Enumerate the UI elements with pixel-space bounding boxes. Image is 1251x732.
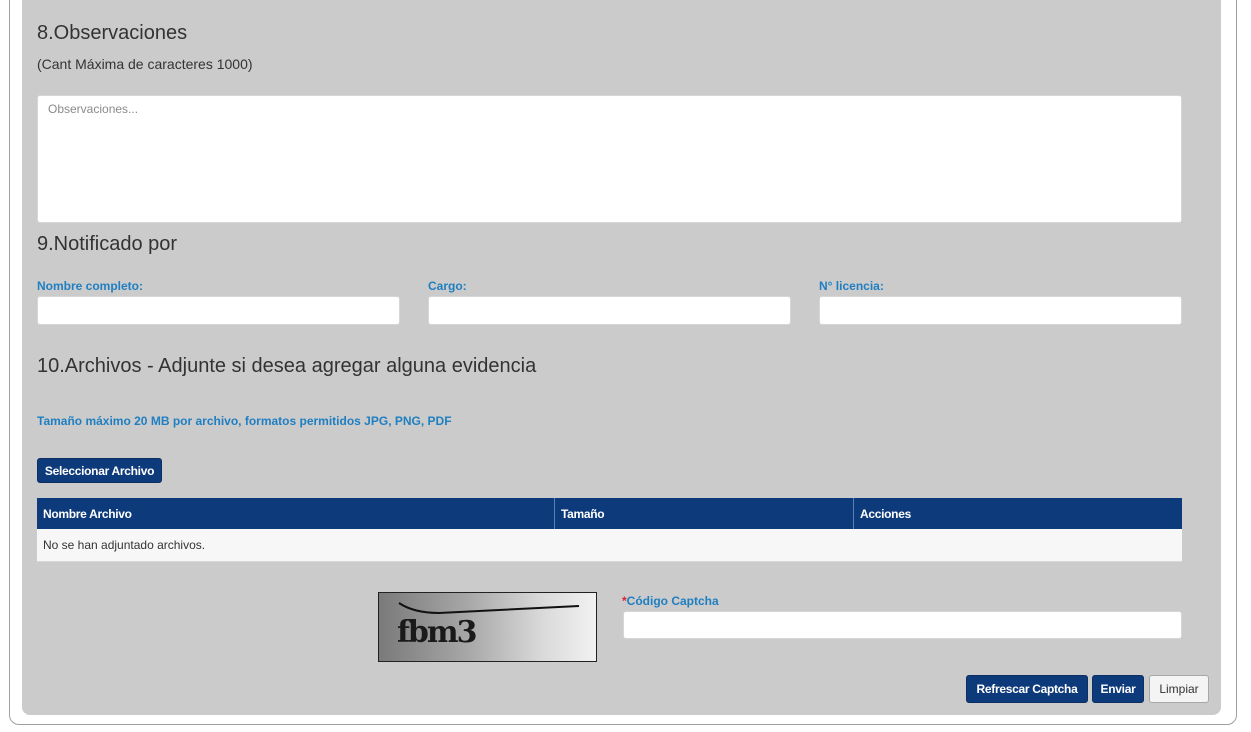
notified-by-title: 9.Notificado por [37, 233, 178, 255]
captcha-image: fbm3 [378, 592, 597, 662]
column-header-size: Tamaño [554, 498, 854, 529]
files-table: Nombre Archivo Tamaño Acciones No se han… [37, 498, 1182, 562]
license-number-input[interactable] [819, 296, 1182, 325]
empty-files-message: No se han adjuntado archivos. [37, 529, 1182, 562]
license-number-label: N° licencia: [819, 279, 884, 293]
observations-title: 8.Observaciones [37, 22, 188, 44]
captcha-label: *Código Captcha [622, 594, 719, 608]
position-label: Cargo: [428, 279, 467, 293]
captcha-input[interactable] [623, 611, 1182, 639]
files-title: 10.Archivos - Adjunte si desea agregar a… [37, 355, 537, 377]
captcha-text: fbm3 [397, 615, 477, 650]
captcha-label-text: Código Captcha [626, 594, 719, 608]
refresh-captcha-button[interactable]: Refrescar Captcha [966, 675, 1088, 703]
column-header-file-name: Nombre Archivo [37, 498, 555, 529]
files-table-header-row: Nombre Archivo Tamaño Acciones [37, 498, 1182, 529]
column-header-actions: Acciones [853, 498, 1182, 529]
full-name-input[interactable] [37, 296, 400, 325]
position-input[interactable] [428, 296, 791, 325]
observations-max-chars-note: (Cant Máxima de caracteres 1000) [37, 56, 253, 72]
send-button[interactable]: Enviar [1092, 675, 1144, 703]
clear-button[interactable]: Limpiar [1149, 675, 1209, 703]
files-size-info: Tamaño máximo 20 MB por archivo, formato… [37, 414, 452, 428]
select-file-button[interactable]: Seleccionar Archivo [37, 458, 162, 483]
observations-textarea[interactable] [37, 95, 1182, 223]
table-row: No se han adjuntado archivos. [37, 529, 1182, 562]
full-name-label: Nombre completo: [37, 279, 144, 293]
